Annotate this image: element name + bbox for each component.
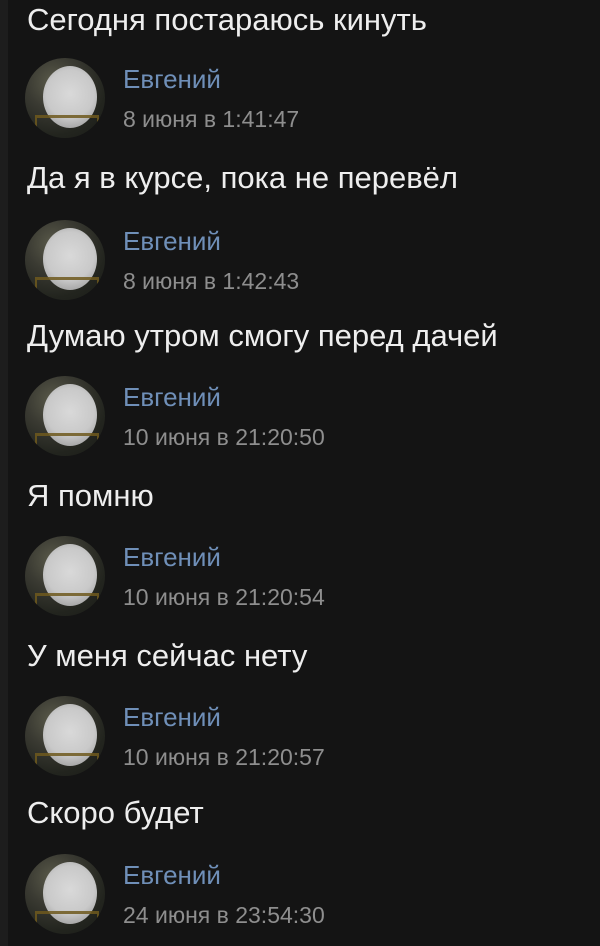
avatar[interactable] [25,536,105,616]
author-name[interactable]: Евгений [123,382,221,412]
message-header: Евгений 24 июня в 23:54:30 [25,854,585,934]
message-timestamp: 24 июня в 23:54:30 [123,902,325,928]
message-header: Евгений 10 июня в 21:20:54 [25,536,585,616]
avatar[interactable] [25,854,105,934]
message-header: Евгений 10 июня в 21:20:50 [25,376,585,456]
message-timestamp: 8 июня в 1:41:47 [123,106,300,132]
author-name[interactable]: Евгений [123,64,221,94]
message-timestamp: 8 июня в 1:42:43 [123,268,300,294]
message-timestamp: 10 июня в 21:20:54 [123,584,325,610]
message-header: Евгений 8 июня в 1:42:43 [25,220,585,300]
chat-view: Сегодня постараюсь кинуть Евгений 8 июня… [0,0,600,946]
message-text: Сегодня постараюсь кинуть [27,2,427,37]
avatar[interactable] [25,376,105,456]
message-text: Думаю утром смогу перед дачей [27,318,498,353]
message-timestamp: 10 июня в 21:20:50 [123,424,325,450]
message-text: Я помню [27,478,154,513]
message-header: Евгений 10 июня в 21:20:57 [25,696,585,776]
avatar-background-detail [35,115,99,132]
left-rail [0,0,8,946]
avatar-background-detail [35,593,99,610]
message-text: Да я в курсе, пока не перевёл [27,160,459,195]
message-text: У меня сейчас нету [27,638,308,673]
author-name[interactable]: Евгений [123,860,221,890]
avatar[interactable] [25,220,105,300]
avatar-background-detail [35,433,99,450]
author-name[interactable]: Евгений [123,542,221,572]
avatar[interactable] [25,696,105,776]
message-text: Скоро будет [27,795,204,830]
avatar-background-detail [35,911,99,928]
author-name[interactable]: Евгений [123,702,221,732]
message-header: Евгений 8 июня в 1:41:47 [25,58,585,138]
avatar-background-detail [35,753,99,770]
avatar[interactable] [25,58,105,138]
avatar-background-detail [35,277,99,294]
author-name[interactable]: Евгений [123,226,221,256]
message-timestamp: 10 июня в 21:20:57 [123,744,325,770]
